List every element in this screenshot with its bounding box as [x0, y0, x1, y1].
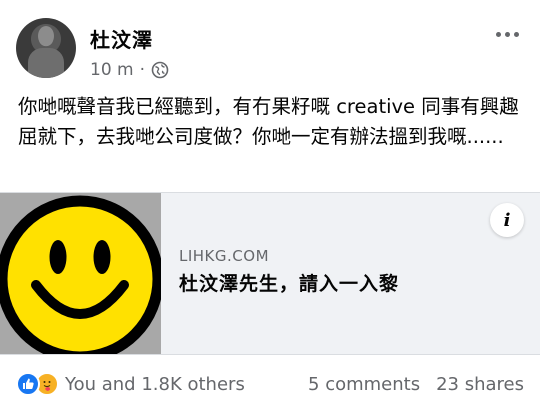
- reactions[interactable]: You and 1.8K others: [16, 372, 245, 396]
- meta-separator: ·: [139, 60, 146, 80]
- post-text: 你哋嘅聲音我已經聽到，有冇果籽嘅 creative 同事有興趣屈就下，去我哋公司…: [18, 95, 519, 148]
- link-body[interactable]: LIHKG.COM 杜汶澤先生，請入一入黎 i: [161, 193, 540, 354]
- info-icon[interactable]: i: [490, 203, 524, 237]
- more-dot-icon: [495, 31, 501, 37]
- shares-count[interactable]: 23 shares: [436, 374, 524, 395]
- author-name[interactable]: 杜汶澤: [90, 24, 153, 53]
- post-footer: You and 1.8K others 5 comments 23 shares: [16, 368, 524, 400]
- smiley-face-icon: [0, 193, 161, 354]
- link-card[interactable]: LIHKG.COM 杜汶澤先生，請入一入黎 i: [0, 192, 540, 355]
- like-reaction-icon: [16, 372, 40, 396]
- more-options-button[interactable]: [490, 22, 524, 46]
- post-timestamp[interactable]: 10 m: [90, 60, 134, 80]
- reaction-count[interactable]: You and 1.8K others: [65, 374, 245, 395]
- engagement-stats: 5 comments 23 shares: [308, 374, 524, 395]
- globe-icon[interactable]: [151, 61, 169, 79]
- link-thumbnail[interactable]: [0, 193, 161, 354]
- avatar-head: [38, 26, 54, 46]
- post-header: 杜汶澤 10 m ·: [16, 18, 524, 84]
- avatar-torso: [28, 48, 64, 78]
- comments-count[interactable]: 5 comments: [308, 374, 420, 395]
- more-dot-icon: [504, 31, 510, 37]
- link-domain: LIHKG.COM: [179, 247, 270, 265]
- more-dot-icon: [513, 31, 519, 37]
- avatar[interactable]: [16, 18, 76, 78]
- link-title[interactable]: 杜汶澤先生，請入一入黎: [179, 269, 399, 296]
- post-meta: 10 m ·: [90, 60, 169, 80]
